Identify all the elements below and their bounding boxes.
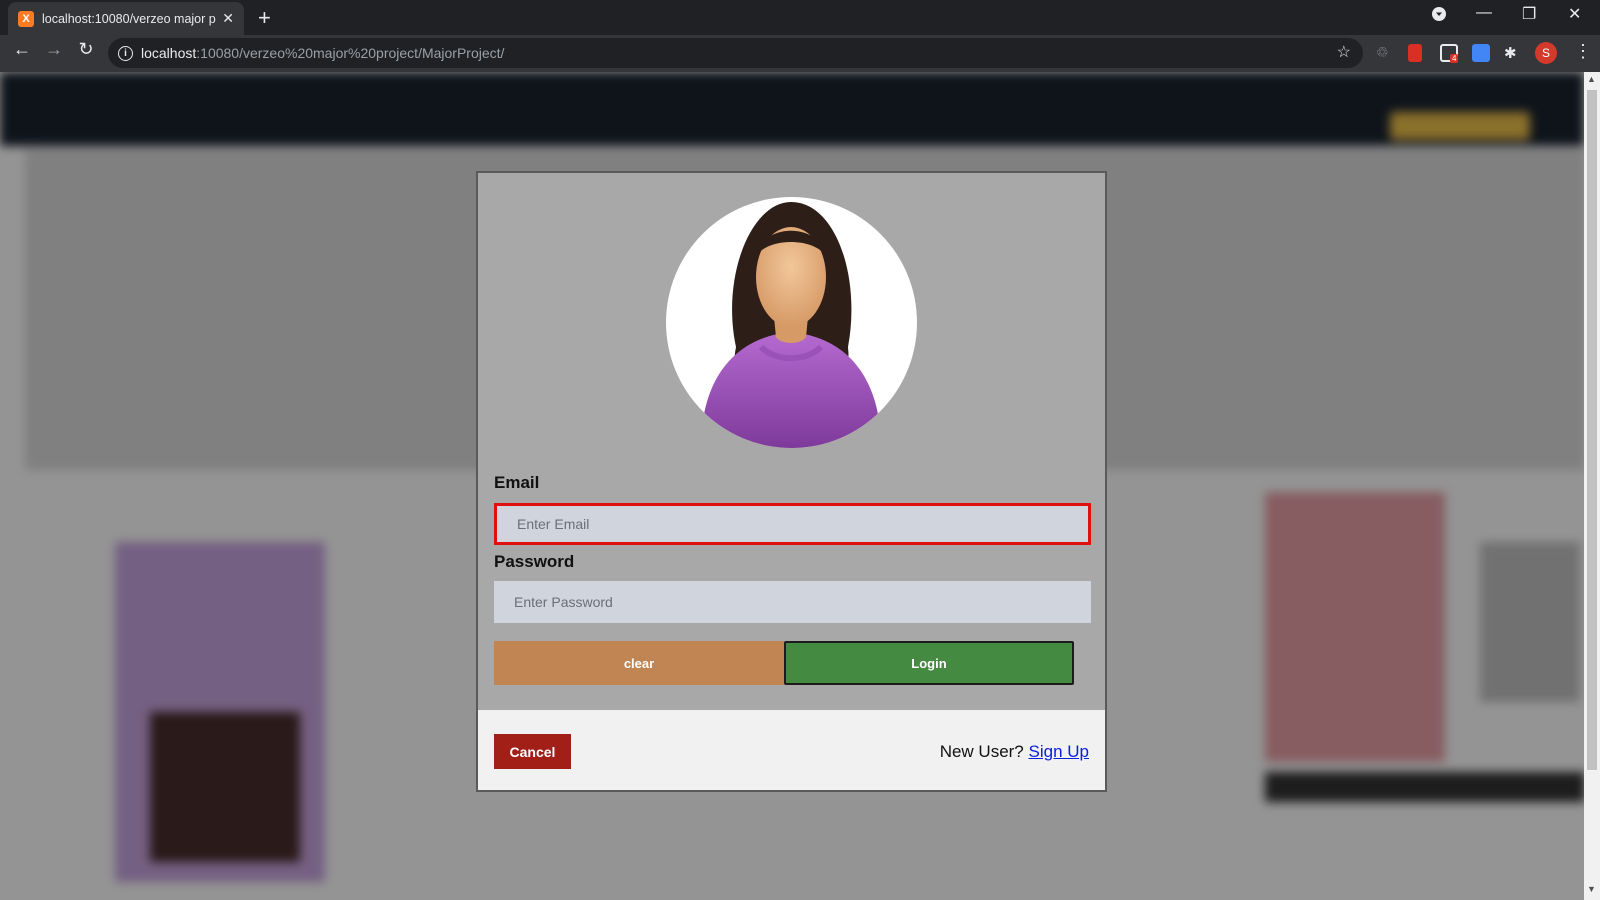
cancel-button[interactable]: Cancel — [494, 734, 571, 769]
star-icon[interactable]: ☆ — [1337, 42, 1351, 62]
scrollbar[interactable]: ▲ ▼ — [1584, 72, 1600, 900]
tab-strip: X localhost:10080/verzeo major pro ✕ + —… — [0, 0, 1600, 35]
user-avatar-image — [666, 197, 917, 448]
signup-link[interactable]: Sign Up — [1029, 742, 1089, 761]
tab-close-icon[interactable]: ✕ — [222, 10, 234, 27]
scroll-thumb[interactable] — [1587, 90, 1597, 770]
email-label: Email — [494, 473, 540, 492]
translate-extension-icon[interactable] — [1472, 44, 1490, 62]
login-button[interactable]: Login — [784, 641, 1074, 685]
tab-search-icon[interactable] — [1431, 6, 1447, 27]
close-window-icon[interactable]: ✕ — [1568, 4, 1581, 24]
browser-toolbar: ← → ↻ i localhost :10080/verzeo%20major%… — [0, 35, 1600, 72]
woman-avatar-icon — [701, 202, 881, 448]
url-host: localhost — [141, 45, 197, 61]
info-icon[interactable]: i — [118, 45, 133, 61]
scroll-up-icon[interactable]: ▲ — [1587, 74, 1596, 84]
menu-icon[interactable]: ⋮ — [1574, 41, 1592, 62]
modal-footer: Cancel New User? Sign Up — [478, 710, 1105, 790]
profile-avatar[interactable]: S — [1535, 42, 1557, 64]
address-bar[interactable]: i localhost :10080/verzeo%20major%20proj… — [108, 38, 1363, 68]
url-path: :10080/verzeo%20major%20project/MajorPro… — [196, 45, 505, 61]
back-icon[interactable]: ← — [8, 39, 36, 60]
scroll-down-icon[interactable]: ▼ — [1587, 884, 1596, 894]
browser-tab[interactable]: X localhost:10080/verzeo major pro ✕ — [8, 2, 244, 35]
login-modal: Email Password clear Login Cancel New Us… — [476, 171, 1107, 792]
forward-icon[interactable]: → — [40, 39, 68, 60]
new-user-text: New User? — [939, 742, 1024, 761]
restore-icon[interactable]: ❐ — [1522, 4, 1536, 24]
email-input[interactable] — [494, 503, 1091, 545]
signup-row: New User? Sign Up — [940, 742, 1089, 762]
password-label: Password — [494, 552, 575, 571]
recycle-extension-icon[interactable]: ♲ — [1376, 44, 1394, 62]
new-tab-icon[interactable]: + — [258, 5, 271, 31]
xampp-favicon-icon: X — [18, 10, 34, 27]
tab-title: localhost:10080/verzeo major pro — [42, 11, 217, 26]
minimize-icon[interactable]: — — [1476, 4, 1492, 22]
bookmark-extension-icon[interactable] — [1408, 44, 1422, 62]
password-input[interactable] — [494, 581, 1091, 623]
checkbox-extension-icon[interactable]: 4 — [1440, 44, 1459, 63]
extension-badge: 4 — [1450, 54, 1459, 63]
extensions-icon[interactable]: ✱ — [1504, 44, 1522, 62]
reload-icon[interactable]: ↻ — [72, 39, 100, 60]
clear-button[interactable]: clear — [494, 641, 784, 685]
